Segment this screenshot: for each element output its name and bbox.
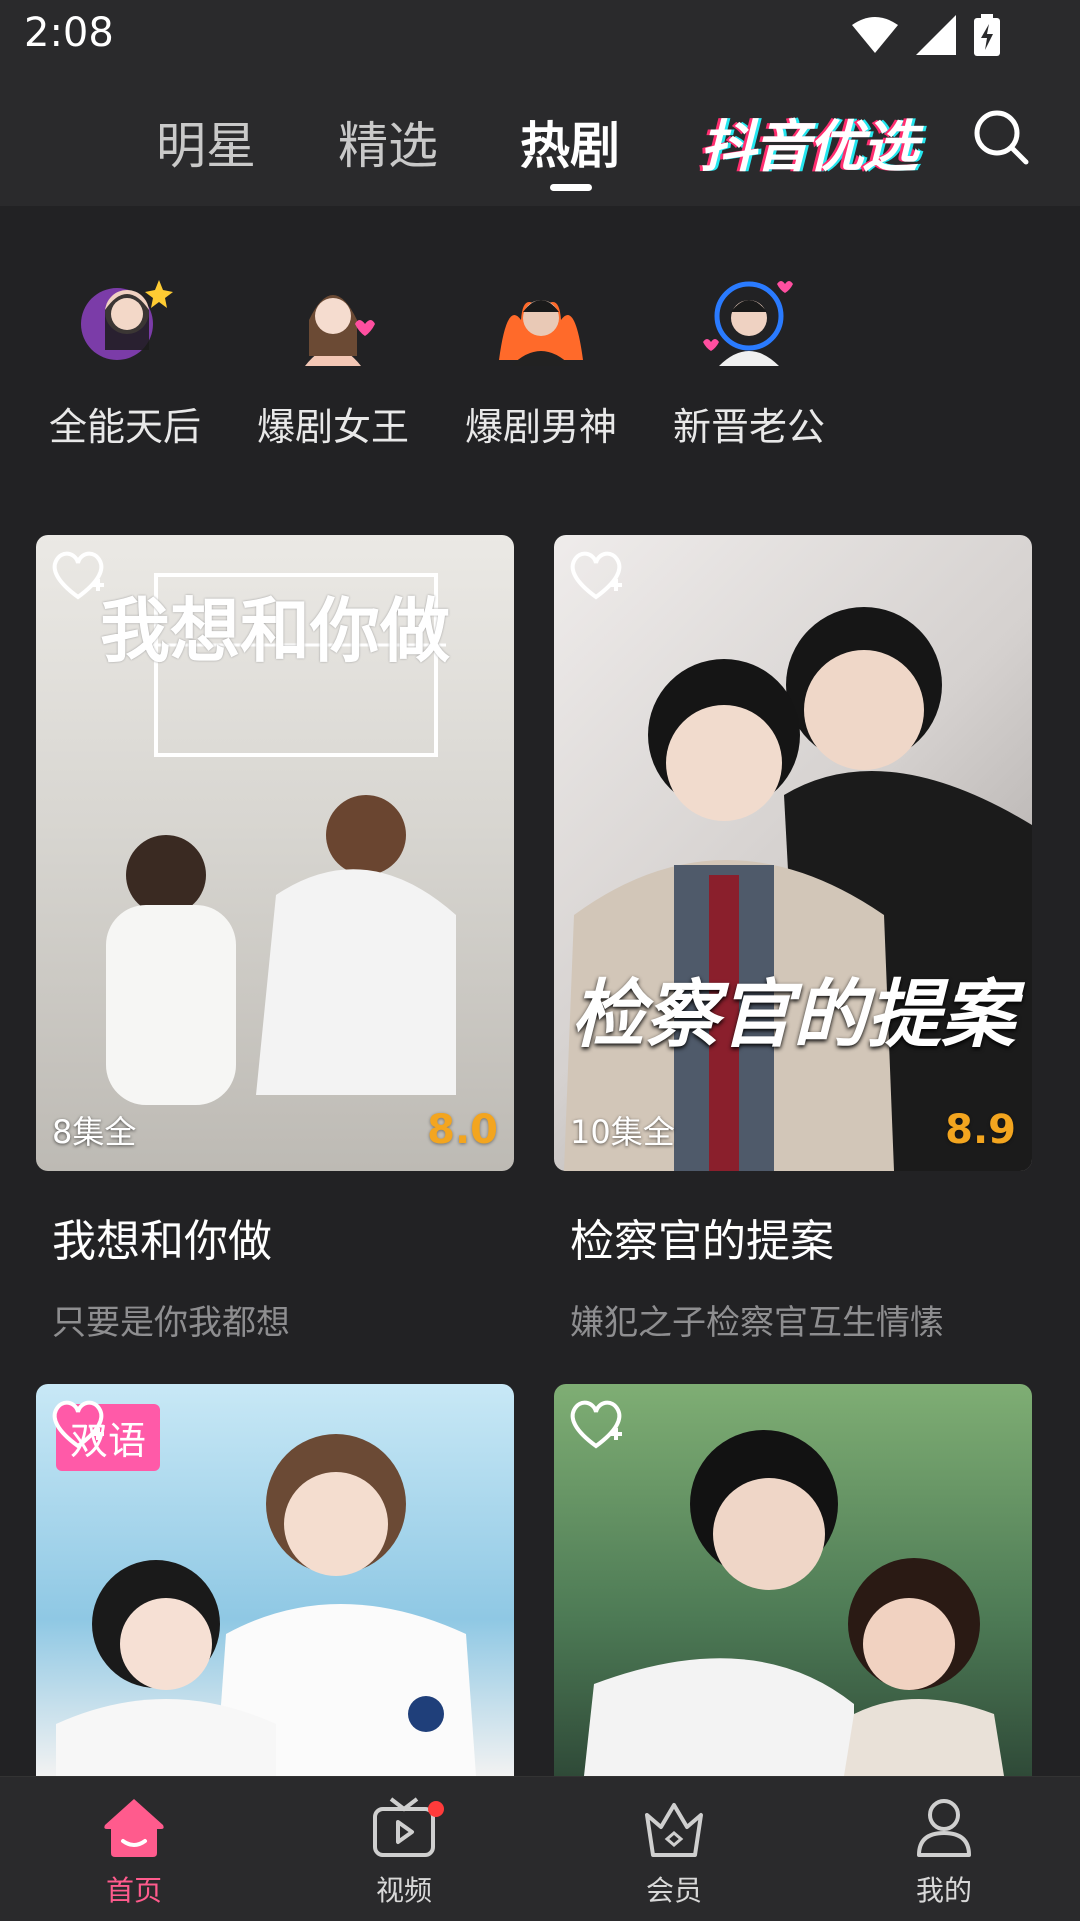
drama-poster[interactable]: 双语 [36, 1384, 514, 1776]
rating-score: 8.0 [427, 1107, 498, 1153]
drama-title[interactable]: 我想和你做 [52, 1205, 514, 1269]
star-category-item[interactable]: 全能天后 [40, 270, 210, 451]
bottom-nav-label: 首页 [105, 1874, 162, 1907]
poster-title: 我想和你做 [100, 590, 450, 672]
tab-hot-dramas[interactable]: 热剧 [520, 106, 620, 178]
drama-card[interactable] [554, 1384, 1032, 1776]
drama-title[interactable]: 检察官的提案 [570, 1205, 1032, 1269]
vip-crown-icon [645, 1803, 703, 1857]
drama-card[interactable]: 我想和你做 8集全 8.0 我想和你做 只要是你我都想 [36, 535, 514, 1344]
status-icons [852, 14, 1000, 56]
drama-card[interactable]: 双语 [36, 1384, 514, 1776]
star-category-item[interactable]: 新晋老公 [664, 270, 834, 451]
tab-featured[interactable]: 精选 [338, 106, 438, 178]
bottom-nav-video[interactable]: 视频 [334, 1795, 474, 1909]
favorite-add-icon[interactable] [50, 1398, 106, 1450]
battery-icon [974, 14, 1000, 56]
avatar-male-icon [701, 270, 797, 366]
star-category-label: 新晋老公 [672, 405, 825, 449]
signal-icon [916, 15, 956, 55]
favorite-add-icon[interactable] [568, 1398, 624, 1450]
status-bar: 2:08 [0, 0, 1080, 72]
status-time: 2:08 [24, 10, 114, 56]
bottom-nav-home[interactable]: 首页 [64, 1795, 204, 1909]
rating-score: 8.9 [945, 1107, 1016, 1153]
bottom-nav: 首页 视频 会员 我的 [0, 1776, 1080, 1921]
favorite-add-icon[interactable] [50, 549, 106, 601]
drama-subtitle: 嫌犯之子检察官互生情愫 [570, 1303, 944, 1343]
bottom-nav-profile[interactable]: 我的 [874, 1795, 1014, 1909]
profile-icon [917, 1799, 971, 1857]
notification-dot [428, 1801, 444, 1817]
avatar-female-icon [285, 270, 381, 366]
bottom-nav-label: 我的 [915, 1874, 972, 1907]
avatar-male-icon [493, 270, 589, 366]
home-icon [104, 1799, 164, 1857]
favorite-add-icon[interactable] [568, 549, 624, 601]
drama-poster[interactable]: 检察官的提案 10集全 8.9 [554, 535, 1032, 1171]
star-category-item[interactable]: 爆剧女王 [248, 270, 418, 451]
drama-card[interactable]: 检察官的提案 10集全 8.9 检察官的提案 嫌犯之子检察官互生情愫 [554, 535, 1032, 1344]
top-nav: 明星 精选 热剧 抖音优选 [0, 72, 1080, 206]
drama-poster[interactable]: 我想和你做 8集全 8.0 [36, 535, 514, 1171]
active-tab-indicator [550, 184, 592, 191]
episode-count: 10集全 [570, 1113, 675, 1151]
drama-subtitle: 只要是你我都想 [52, 1303, 290, 1343]
star-category-label: 爆剧男神 [464, 405, 617, 449]
bottom-nav-label: 会员 [645, 1874, 702, 1907]
poster-title: 检察官的提案 [571, 972, 1015, 1058]
bottom-nav-vip[interactable]: 会员 [604, 1795, 744, 1909]
wifi-icon [852, 17, 898, 53]
drama-poster[interactable] [554, 1384, 1032, 1776]
search-icon[interactable] [972, 108, 1032, 168]
douyin-select-logo[interactable]: 抖音优选 [700, 102, 918, 183]
bottom-nav-label: 视频 [375, 1874, 432, 1907]
avatar-female-icon [77, 270, 173, 366]
star-category-item[interactable]: 爆剧男神 [456, 270, 626, 451]
video-icon [373, 1797, 435, 1857]
star-categories: 全能天后 爆剧女王 爆剧男神 新晋老公 [0, 270, 1080, 450]
star-category-label: 全能天后 [48, 405, 201, 449]
tab-stars[interactable]: 明星 [156, 106, 256, 178]
episode-count: 8集全 [52, 1113, 137, 1151]
star-category-label: 爆剧女王 [256, 405, 409, 449]
